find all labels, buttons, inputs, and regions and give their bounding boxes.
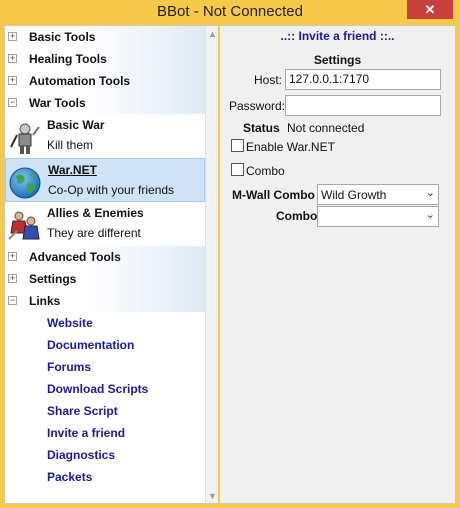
enable-war-net-label[interactable]: Enable War.NET bbox=[246, 140, 335, 154]
link-documentation[interactable]: Documentation bbox=[5, 334, 205, 356]
password-input[interactable] bbox=[285, 95, 441, 116]
tree-item-title: Allies & Enemies bbox=[47, 206, 144, 220]
tree-item-allies-enemies[interactable]: Allies & Enemies They are different bbox=[5, 202, 205, 246]
link-label[interactable]: Download Scripts bbox=[47, 382, 148, 396]
link-label[interactable]: Forums bbox=[47, 360, 91, 374]
password-label: Password: bbox=[229, 99, 286, 113]
allies-icon bbox=[8, 211, 40, 240]
scroll-down-icon[interactable]: ▼ bbox=[206, 490, 219, 503]
tree-item-basic-war[interactable]: Basic War Kill them bbox=[5, 114, 205, 158]
enable-war-net-checkbox[interactable] bbox=[231, 139, 244, 152]
tree-item-label: Advanced Tools bbox=[29, 250, 121, 264]
title-bar[interactable]: BBot - Not Connected ✕ bbox=[0, 0, 460, 25]
link-diagnostics[interactable]: Diagnostics bbox=[5, 444, 205, 466]
link-download-scripts[interactable]: Download Scripts bbox=[5, 378, 205, 400]
status-label: Status bbox=[243, 121, 280, 135]
link-label[interactable]: Invite a friend bbox=[47, 426, 125, 440]
collapse-icon[interactable]: − bbox=[8, 296, 17, 305]
link-share-script[interactable]: Share Script bbox=[5, 400, 205, 422]
expand-icon[interactable]: + bbox=[8, 54, 17, 63]
window-title: BBot - Not Connected bbox=[157, 3, 303, 20]
tree-item-label: Links bbox=[29, 294, 61, 308]
link-invite-friend[interactable]: Invite a friend bbox=[5, 422, 205, 444]
expand-icon[interactable]: + bbox=[8, 252, 17, 261]
tree-item-label: Healing Tools bbox=[29, 52, 107, 66]
tree-item-label: War Tools bbox=[29, 96, 86, 110]
link-label[interactable]: Packets bbox=[47, 470, 92, 484]
navigation-tree: + Basic Tools + Healing Tools + Automati… bbox=[5, 26, 205, 488]
host-input[interactable]: 127.0.0.1:7170 bbox=[285, 69, 441, 90]
mwall-combo-value: Wild Growth bbox=[321, 188, 387, 202]
link-label[interactable]: Diagnostics bbox=[47, 448, 115, 462]
warrior-icon bbox=[10, 123, 40, 154]
link-label[interactable]: Website bbox=[47, 316, 93, 330]
collapse-icon[interactable]: − bbox=[8, 98, 17, 107]
tree-item-basic-tools[interactable]: + Basic Tools bbox=[5, 26, 205, 48]
combo-select[interactable]: ⌄ bbox=[317, 206, 439, 227]
expand-icon[interactable]: + bbox=[8, 76, 17, 85]
link-label[interactable]: Documentation bbox=[47, 338, 134, 352]
tree-item-title: War.NET bbox=[48, 163, 97, 177]
tree-item-advanced-tools[interactable]: + Advanced Tools bbox=[5, 246, 205, 268]
tree-item-settings[interactable]: + Settings bbox=[5, 268, 205, 290]
tree-item-links[interactable]: − Links bbox=[5, 290, 205, 312]
navigation-tree-panel: + Basic Tools + Healing Tools + Automati… bbox=[4, 25, 218, 504]
expand-icon[interactable]: + bbox=[8, 32, 17, 41]
close-button[interactable]: ✕ bbox=[407, 0, 453, 19]
tree-item-label: Settings bbox=[29, 272, 77, 286]
settings-header: Settings bbox=[313, 53, 362, 67]
combo-label: Combo bbox=[276, 209, 318, 223]
tree-scrollbar[interactable]: ▲ ▼ bbox=[205, 26, 218, 503]
tree-item-description: They are different bbox=[47, 226, 141, 240]
globe-icon bbox=[9, 167, 41, 199]
tree-item-war-tools[interactable]: − War Tools bbox=[5, 92, 205, 114]
invite-friend-link[interactable]: ..:: Invite a friend ::.. bbox=[220, 29, 455, 43]
link-forums[interactable]: Forums bbox=[5, 356, 205, 378]
chevron-down-icon: ⌄ bbox=[425, 209, 435, 221]
link-label[interactable]: Share Script bbox=[47, 404, 118, 418]
expand-icon[interactable]: + bbox=[8, 274, 17, 283]
host-label: Host: bbox=[254, 73, 283, 87]
tree-item-war-net[interactable]: War.NET Co-Op with your friends bbox=[5, 158, 205, 202]
mwall-combo-label: M-Wall Combo bbox=[232, 188, 315, 202]
app-window: BBot - Not Connected ✕ + Basic Tools + H… bbox=[0, 0, 460, 508]
link-packets[interactable]: Packets bbox=[5, 466, 205, 488]
mwall-combo-select[interactable]: Wild Growth ⌄ bbox=[317, 184, 439, 205]
tree-item-healing-tools[interactable]: + Healing Tools bbox=[5, 48, 205, 70]
scroll-up-icon[interactable]: ▲ bbox=[206, 28, 219, 41]
tree-item-description: Co-Op with your friends bbox=[48, 183, 175, 197]
tree-item-title: Basic War bbox=[47, 118, 105, 132]
link-website[interactable]: Website bbox=[5, 312, 205, 334]
combo-checkbox[interactable] bbox=[231, 163, 244, 176]
status-value: Not connected bbox=[287, 121, 365, 135]
tree-item-automation-tools[interactable]: + Automation Tools bbox=[5, 70, 205, 92]
chevron-down-icon: ⌄ bbox=[425, 187, 435, 199]
tree-item-description: Kill them bbox=[47, 138, 94, 152]
tree-item-label: Basic Tools bbox=[29, 30, 96, 44]
combo-checkbox-label[interactable]: Combo bbox=[246, 164, 285, 178]
tree-item-label: Automation Tools bbox=[29, 74, 131, 88]
war-net-panel: ..:: Invite a friend ::.. Settings Host:… bbox=[219, 25, 456, 504]
